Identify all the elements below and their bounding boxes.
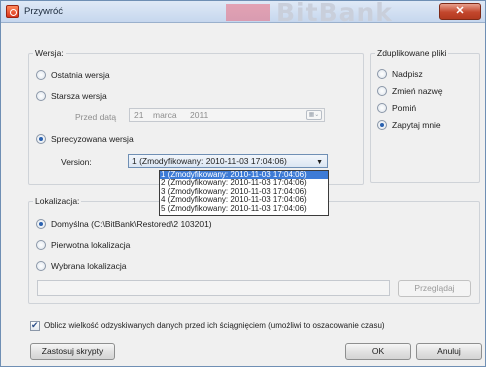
location-group-label: Lokalizacja: (33, 196, 82, 206)
estimate-label: Oblicz wielkość odzyskiwanych danych prz… (44, 321, 385, 330)
original-location-label: Pierwotna lokalizacja (51, 240, 131, 250)
close-button[interactable]: ✕ (439, 3, 481, 20)
browse-button[interactable]: Przeglądaj (398, 280, 471, 297)
radio-specified-label: Sprecyzowana wersja (51, 134, 134, 144)
ok-button[interactable]: OK (345, 343, 411, 360)
radio-overwrite-label: Nadpisz (392, 69, 423, 79)
radio-checked-icon (36, 219, 46, 229)
radio-icon (36, 240, 46, 250)
date-year: 2011 (190, 110, 209, 120)
location-path-input[interactable] (37, 280, 390, 296)
apply-scripts-button[interactable]: Zastosuj skrypty (30, 343, 115, 360)
watermark-text: BitBank (276, 0, 393, 27)
bitbank-watermark: BitBank (226, 0, 426, 27)
radio-skip-label: Pomiń (392, 103, 417, 113)
radio-checked-icon (377, 120, 387, 130)
radio-skip[interactable]: Pomiń (377, 102, 416, 114)
date-day: 21 (134, 110, 144, 120)
version-option[interactable]: 5 (Zmodyfikowany: 2010-11-03 17:04:06) (160, 204, 328, 213)
radio-ask-me[interactable]: Zapytaj mnie (377, 119, 441, 131)
date-month: marca (153, 110, 177, 120)
radio-specified-version[interactable]: Sprecyzowana wersja (36, 133, 134, 145)
radio-rename-label: Zmień nazwę (392, 86, 443, 96)
date-picker[interactable]: 21 marca 2011 ▦⌄ (129, 108, 325, 122)
radio-icon (36, 261, 46, 271)
version-select[interactable]: 1 (Zmodyfikowany: 2010-11-03 17:04:06) ▼ (128, 154, 328, 168)
radio-overwrite[interactable]: Nadpisz (377, 68, 423, 80)
radio-icon (377, 69, 387, 79)
chosen-location-label: Wybrana lokalizacja (51, 261, 127, 271)
radio-original-location[interactable]: Pierwotna lokalizacja (36, 239, 130, 251)
chevron-down-icon: ▼ (316, 159, 323, 166)
cancel-button[interactable]: Anuluj (416, 343, 482, 360)
radio-icon (377, 103, 387, 113)
version-label: Version: (61, 157, 92, 167)
radio-default-location[interactable]: Domyślna (C:\BitBank\Restored\2 103201) (36, 218, 212, 230)
radio-chosen-location[interactable]: Wybrana lokalizacja (36, 260, 127, 272)
before-date-label: Przed datą (75, 112, 117, 122)
radio-latest-label: Ostatnia wersja (51, 70, 110, 80)
version-select-value: 1 (Zmodyfikowany: 2010-11-03 17:04:06) (132, 156, 287, 166)
app-icon (6, 5, 19, 18)
radio-checked-icon (36, 134, 46, 144)
calendar-dropdown-icon[interactable]: ▦⌄ (306, 110, 322, 120)
version-group-label: Wersja: (33, 48, 66, 58)
version-dropdown-list[interactable]: 1 (Zmodyfikowany: 2010-11-03 17:04:06) 2… (159, 170, 329, 216)
duplicates-group-label: Zduplikowane pliki (375, 48, 449, 58)
restore-dialog: Przywróć BitBank ✕ Wersja: Ostatnia wers… (0, 0, 486, 367)
watermark-logo-icon (226, 4, 270, 21)
radio-older-version[interactable]: Starsza wersja (36, 90, 107, 102)
radio-icon (377, 86, 387, 96)
title-bar[interactable]: Przywróć BitBank ✕ (1, 0, 485, 27)
window-title: Przywróć (24, 6, 64, 17)
estimate-checkbox[interactable] (30, 320, 40, 331)
radio-older-label: Starsza wersja (51, 91, 107, 101)
radio-rename[interactable]: Zmień nazwę (377, 85, 443, 97)
default-location-label: Domyślna (C:\BitBank\Restored\2 103201) (51, 219, 212, 229)
radio-icon (36, 91, 46, 101)
radio-icon (36, 70, 46, 80)
radio-latest-version[interactable]: Ostatnia wersja (36, 69, 110, 81)
radio-ask-label: Zapytaj mnie (392, 120, 441, 130)
